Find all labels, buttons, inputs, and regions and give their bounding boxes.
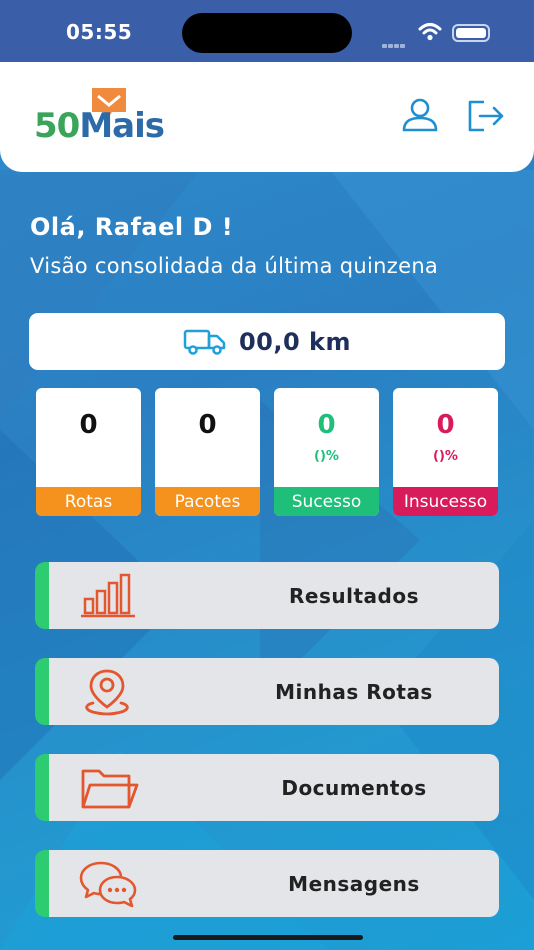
distance-value: 00,0 km	[238, 327, 352, 356]
stat-label: Insucesso	[393, 487, 498, 516]
bar-chart-icon	[81, 573, 135, 618]
stat-card-insucesso: 0 ()% Insucesso	[393, 388, 498, 516]
stat-value: 0	[436, 410, 455, 440]
messages-button[interactable]: Mensagens	[35, 850, 499, 917]
stat-label: Pacotes	[155, 487, 260, 516]
results-label: Resultados	[289, 583, 419, 608]
wifi-icon	[418, 23, 442, 41]
stat-card-rotas: 0 Rotas	[36, 388, 141, 516]
documents-label: Documentos	[281, 775, 427, 800]
stat-card-sucesso: 0 ()% Sucesso	[274, 388, 379, 516]
home-indicator	[173, 935, 363, 940]
greeting: Olá, Rafael D !	[30, 213, 234, 241]
logo-number: 50	[34, 106, 80, 146]
profile-icon[interactable]	[400, 96, 440, 136]
stat-label: Rotas	[36, 487, 141, 516]
stat-label: Sucesso	[274, 487, 379, 516]
dynamic-island	[182, 13, 352, 53]
messages-label: Mensagens	[288, 871, 420, 896]
location-pin-icon	[85, 669, 129, 716]
my-routes-button[interactable]: Minhas Rotas	[35, 658, 499, 725]
stat-percent: ()%	[433, 449, 458, 464]
results-button[interactable]: Resultados	[35, 562, 499, 629]
app-header: 50Mais	[0, 62, 534, 172]
app-logo: 50Mais	[34, 106, 165, 146]
truck-icon	[183, 329, 226, 355]
stat-value: 0	[317, 410, 336, 440]
status-time: 05:55	[66, 20, 133, 44]
status-bar: 05:55	[0, 0, 534, 62]
folder-icon	[81, 769, 139, 809]
battery-icon	[452, 24, 490, 42]
stat-card-pacotes: 0 Pacotes	[155, 388, 260, 516]
documents-button[interactable]: Documentos	[35, 754, 499, 821]
logout-icon[interactable]	[466, 96, 506, 136]
cellular-signal-icon	[382, 33, 406, 52]
period-subtitle: Visão consolidada da última quinzena	[30, 254, 439, 278]
stat-value: 0	[198, 410, 217, 440]
chat-bubbles-icon	[79, 861, 137, 908]
logo-word: Mais	[79, 106, 165, 146]
stat-value: 0	[79, 410, 98, 440]
distance-card: 00,0 km	[29, 313, 505, 370]
stat-percent: ()%	[314, 449, 339, 464]
my-routes-label: Minhas Rotas	[275, 679, 433, 704]
